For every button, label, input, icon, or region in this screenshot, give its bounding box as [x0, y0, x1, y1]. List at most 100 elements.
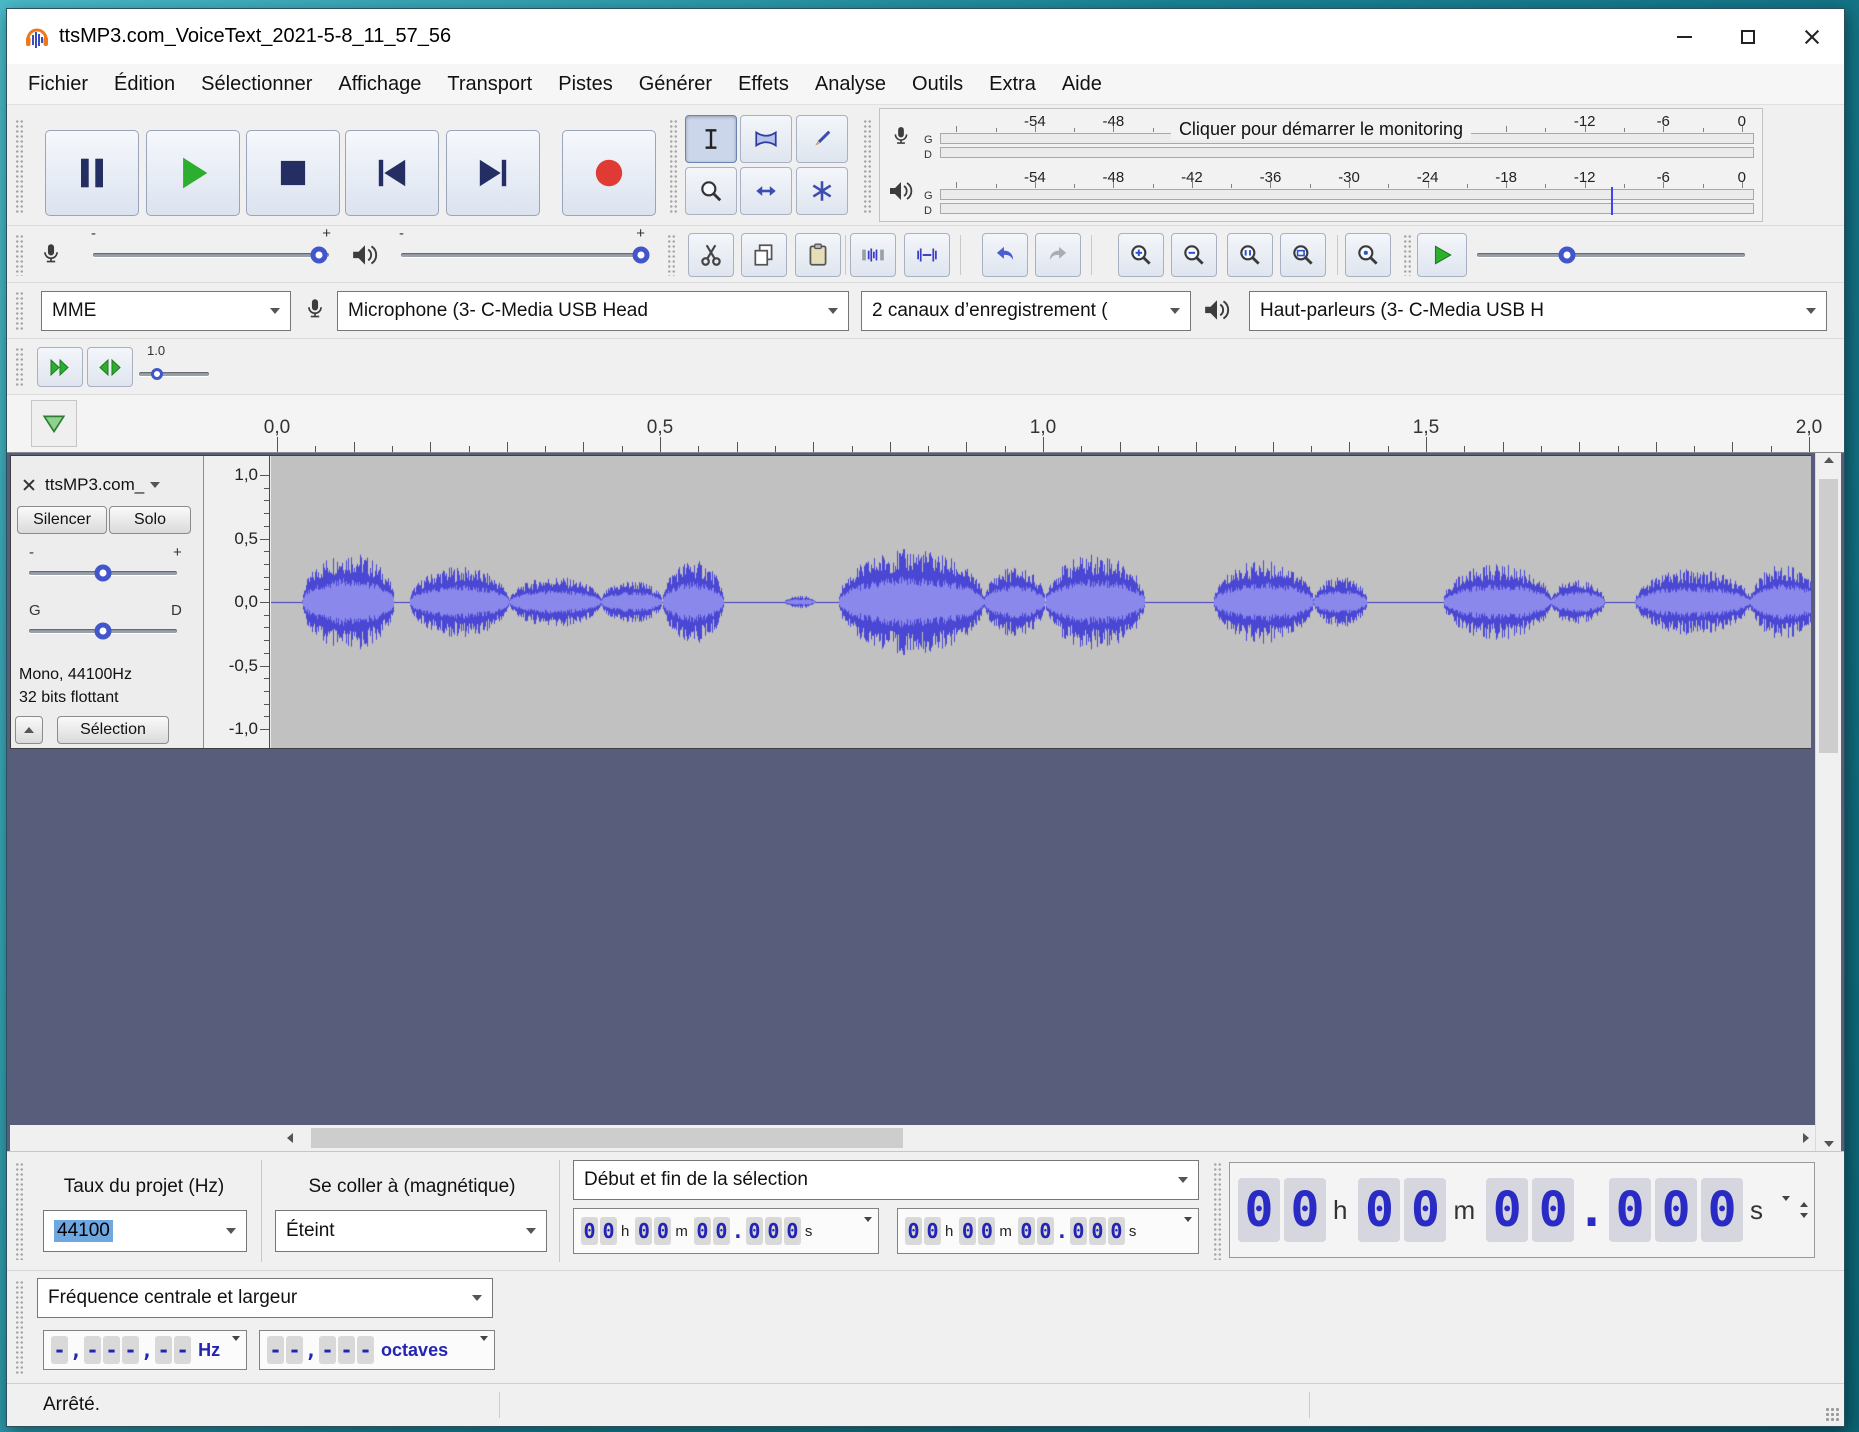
- copy-button[interactable]: [741, 233, 787, 277]
- time-digit[interactable]: 0: [1701, 1178, 1743, 1242]
- draw-tool-button[interactable]: [796, 115, 848, 163]
- project-rate-combo[interactable]: 44100: [43, 1210, 247, 1252]
- empty-digit[interactable]: -: [84, 1336, 101, 1364]
- envelope-tool-button[interactable]: [740, 115, 792, 163]
- empty-digit[interactable]: -: [286, 1336, 303, 1364]
- selection-end-field[interactable]: 00h00m00.000s: [897, 1208, 1199, 1254]
- tools-toolbar-grip[interactable]: [669, 119, 678, 213]
- spectral-bandwidth-field[interactable]: --,---octaves: [259, 1330, 495, 1370]
- empty-digit[interactable]: -: [319, 1336, 336, 1364]
- time-digit[interactable]: 0: [1655, 1178, 1697, 1242]
- menu-item-4[interactable]: Transport: [434, 64, 545, 104]
- menu-item-1[interactable]: Édition: [101, 64, 188, 104]
- track-select-button[interactable]: Sélection: [57, 716, 169, 744]
- time-digit[interactable]: 0: [746, 1217, 763, 1245]
- spectral-frequency-field[interactable]: -,---,--Hz: [43, 1330, 247, 1370]
- selection-toolbar-grip[interactable]: [15, 1162, 24, 1260]
- waveform-canvas[interactable]: [271, 456, 1811, 748]
- zoom-in-button[interactable]: [1118, 233, 1164, 277]
- timeshift-tool-button[interactable]: [740, 167, 792, 215]
- spectral-toolbar-grip[interactable]: [15, 1280, 24, 1376]
- track-name-menu[interactable]: ttsMP3.com_: [45, 474, 160, 496]
- scrub-button[interactable]: [87, 347, 133, 387]
- spectral-mode-combo[interactable]: Fréquence centrale et largeur: [37, 1278, 493, 1318]
- undo-button[interactable]: [982, 233, 1028, 277]
- paste-button[interactable]: [795, 233, 841, 277]
- field-dropdown-icon[interactable]: [232, 1341, 240, 1359]
- empty-digit[interactable]: -: [155, 1336, 172, 1364]
- track-pan-slider[interactable]: [27, 618, 179, 644]
- window-maximize-button[interactable]: [1716, 9, 1780, 64]
- edit-toolbar-grip[interactable]: [667, 234, 676, 276]
- mute-button[interactable]: Silencer: [17, 506, 107, 534]
- slider-thumb[interactable]: [1559, 247, 1576, 264]
- empty-digit[interactable]: -: [174, 1336, 191, 1364]
- empty-digit[interactable]: -: [357, 1336, 374, 1364]
- time-digit[interactable]: 0: [1404, 1178, 1446, 1242]
- vertical-scrollbar[interactable]: [1815, 453, 1841, 1151]
- time-digit[interactable]: 0: [1018, 1217, 1035, 1245]
- menu-item-8[interactable]: Analyse: [802, 64, 899, 104]
- track-gain-slider[interactable]: [27, 560, 179, 586]
- play-button[interactable]: [146, 130, 240, 216]
- time-digit[interactable]: 0: [959, 1217, 976, 1245]
- selection-start-field[interactable]: 00h00m00.000s: [573, 1208, 879, 1254]
- empty-digit[interactable]: -: [338, 1336, 355, 1364]
- horizontal-scroll-thumb[interactable]: [311, 1128, 903, 1148]
- menu-item-6[interactable]: Générer: [626, 64, 725, 104]
- play-at-speed-button[interactable]: [1417, 233, 1467, 277]
- redo-button[interactable]: [1035, 233, 1081, 277]
- scroll-left-button[interactable]: [287, 1125, 293, 1151]
- slider-thumb[interactable]: [95, 565, 112, 582]
- zoom-selection-button[interactable]: [1227, 233, 1273, 277]
- menu-item-5[interactable]: Pistes: [545, 64, 625, 104]
- multi-tool-button[interactable]: [796, 167, 848, 215]
- field-dropdown-icon[interactable]: [480, 1341, 488, 1359]
- recording-device-combo[interactable]: Microphone (3- C-Media USB Head: [337, 291, 849, 331]
- recording-channels-combo[interactable]: 2 canaux d’enregistrement (: [861, 291, 1191, 331]
- device-toolbar-grip[interactable]: [15, 291, 24, 331]
- time-digit[interactable]: 0: [694, 1217, 711, 1245]
- stop-button[interactable]: [246, 130, 340, 216]
- slider-thumb[interactable]: [95, 623, 112, 640]
- audio-host-combo[interactable]: MME: [41, 291, 291, 331]
- recording-meter[interactable]: G D -54-48-12-60 Cliquer pour démarrer l…: [882, 111, 1760, 165]
- window-close-button[interactable]: [1780, 9, 1844, 64]
- play-speed-slider[interactable]: [1475, 242, 1747, 268]
- transport-toolbar-grip[interactable]: [15, 119, 24, 213]
- silence-audio-button[interactable]: [904, 233, 950, 277]
- resize-grip[interactable]: [1825, 1407, 1840, 1422]
- selection-mode-combo[interactable]: Début et fin de la sélection: [573, 1160, 1199, 1200]
- slider-thumb[interactable]: [151, 368, 163, 380]
- time-digit[interactable]: 0: [635, 1217, 652, 1245]
- time-digit[interactable]: 0: [1089, 1217, 1106, 1245]
- scroll-right-button[interactable]: [1803, 1125, 1809, 1151]
- menu-item-2[interactable]: Sélectionner: [188, 64, 325, 104]
- time-digit[interactable]: 0: [784, 1217, 801, 1245]
- time-digit[interactable]: 0: [581, 1217, 598, 1245]
- menu-item-7[interactable]: Effets: [725, 64, 802, 104]
- time-digit[interactable]: 0: [600, 1217, 617, 1245]
- selection-tool-button[interactable]: [685, 115, 737, 163]
- time-digit[interactable]: 0: [1532, 1178, 1574, 1242]
- track-close-button[interactable]: [17, 474, 41, 496]
- monitoring-hint[interactable]: Cliquer pour démarrer le monitoring: [1171, 119, 1471, 140]
- zoom-tool-button[interactable]: [685, 167, 737, 215]
- pause-button[interactable]: [45, 130, 139, 216]
- slider-thumb[interactable]: [311, 247, 328, 264]
- window-minimize-button[interactable]: [1652, 9, 1716, 64]
- menu-item-3[interactable]: Affichage: [325, 64, 434, 104]
- field-dropdown-icon[interactable]: [1782, 1201, 1790, 1219]
- time-digit[interactable]: 0: [1486, 1178, 1528, 1242]
- play-at-speed-toolbar-grip[interactable]: [1403, 234, 1412, 276]
- time-digit[interactable]: 0: [1070, 1217, 1087, 1245]
- mixer-toolbar-grip[interactable]: [15, 234, 24, 276]
- time-spinner[interactable]: [1800, 1202, 1808, 1218]
- cut-button[interactable]: [688, 233, 734, 277]
- time-digit[interactable]: 0: [905, 1217, 922, 1245]
- time-toolbar-grip[interactable]: [1213, 1162, 1222, 1260]
- transcription-toolbar-grip[interactable]: [15, 347, 24, 387]
- time-digit[interactable]: 0: [924, 1217, 941, 1245]
- empty-digit[interactable]: -: [122, 1336, 139, 1364]
- time-digit[interactable]: 0: [978, 1217, 995, 1245]
